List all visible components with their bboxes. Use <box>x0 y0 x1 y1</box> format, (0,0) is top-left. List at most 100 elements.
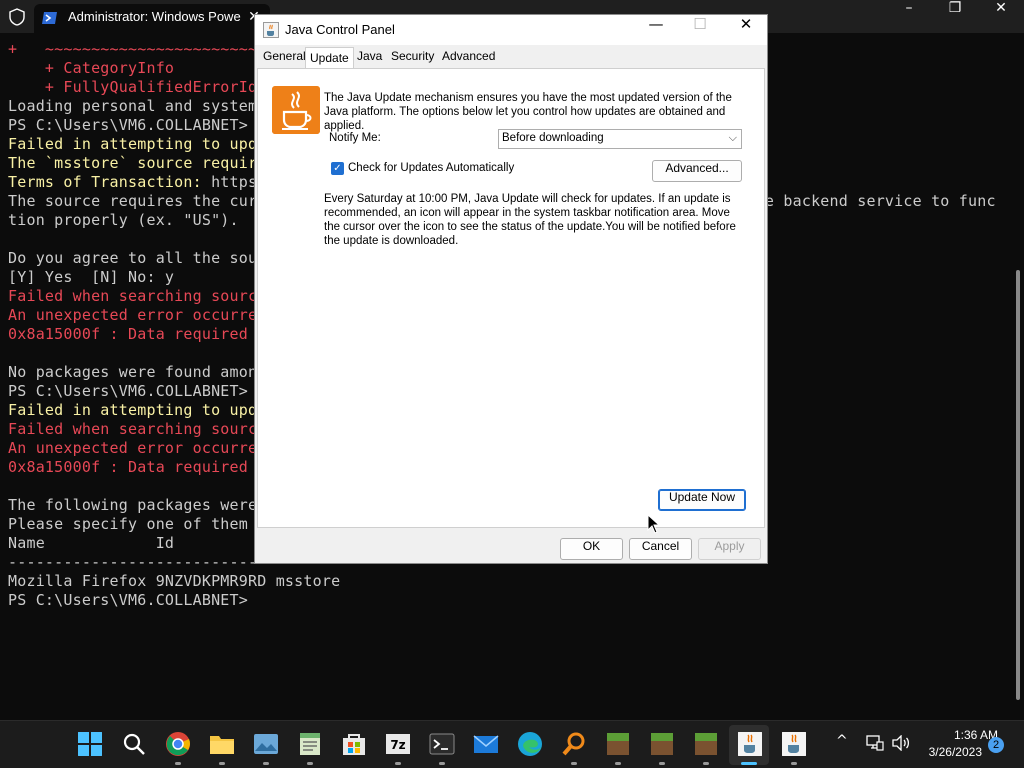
jcp-close-button[interactable]: ✕ <box>723 15 769 45</box>
taskbar-running-indicator <box>615 762 621 765</box>
taskbar-running-indicator <box>791 762 797 765</box>
terminal-minimize-button[interactable]: – <box>886 0 932 33</box>
tray-chevron-up-icon[interactable]: ^ <box>836 733 848 749</box>
terminal-text-segment: tion properly (ex. "US"). <box>8 211 239 229</box>
terminal-text-segment: No packages were found among <box>8 363 267 381</box>
clock-time[interactable]: 1:36 AM <box>910 728 998 742</box>
update-intro-text: The Java Update mechanism ensures you ha… <box>324 92 732 132</box>
terminal-text-segment: [Y] Yes [N] No: y <box>8 268 175 286</box>
terminal-tab-title: Administrator: Windows Powe <box>68 9 241 24</box>
terminal-text-segment: 0x8a15000f : Data required b <box>8 458 267 476</box>
terminal-text-segment: + FullyQualifiedErrorId <box>8 78 258 96</box>
edge-icon[interactable] <box>517 731 543 757</box>
apply-button: Apply <box>698 538 761 560</box>
taskbar-running-indicator <box>307 762 313 765</box>
tab-advanced[interactable]: Advanced <box>438 49 499 69</box>
mail-icon[interactable] <box>473 731 499 757</box>
terminal-text-segment: The following packages were <box>8 496 258 514</box>
terminal-maximize-button[interactable]: ❐ <box>932 0 978 33</box>
auto-update-checkbox[interactable]: ✓ <box>331 162 344 175</box>
shield-icon <box>9 8 25 26</box>
java-icon[interactable] <box>737 731 763 757</box>
java-control-panel-window: Java Control Panel — ☐ ✕ General Update … <box>254 14 768 564</box>
minecraft-icon[interactable] <box>649 731 675 757</box>
terminal-text-segment: Do you agree to all the sour <box>8 249 267 267</box>
powershell-icon <box>42 12 57 24</box>
7zip-icon[interactable]: 7z <box>385 731 411 757</box>
terminal-text-segment: The `msstore` source require <box>8 154 267 172</box>
java-icon[interactable] <box>781 731 807 757</box>
notepad-icon[interactable] <box>297 731 323 757</box>
minecraft-icon[interactable] <box>605 731 631 757</box>
terminal-text-segment: + CategoryInfo <box>8 59 175 77</box>
taskbar-active-indicator <box>741 762 757 765</box>
ok-button[interactable]: OK <box>560 538 623 560</box>
java-cup-icon <box>263 22 279 38</box>
terminal-text-segment: Name Id <box>8 534 175 552</box>
jcp-minimize-button[interactable]: — <box>633 15 679 45</box>
mouse-pointer-icon <box>647 514 661 534</box>
volume-icon[interactable] <box>892 735 910 751</box>
taskbar-running-indicator <box>263 762 269 765</box>
jcp-maximize-button: ☐ <box>693 15 707 33</box>
taskbar-running-indicator <box>571 762 577 765</box>
taskbar-running-indicator <box>175 762 181 765</box>
terminal-text-segment: Failed in attempting to upda <box>8 135 267 153</box>
taskbar-running-indicator <box>395 762 401 765</box>
terminal-text-segment: An unexpected error occurred <box>8 439 267 457</box>
update-schedule-text: Every Saturday at 10:00 PM, Java Update … <box>324 193 736 247</box>
notify-me-dropdown[interactable]: Before downloading ⌵ <box>498 129 742 149</box>
search-tool-icon[interactable] <box>561 731 587 757</box>
jcp-title: Java Control Panel <box>285 22 395 37</box>
notify-me-value: Before downloading <box>502 132 604 144</box>
terminal-line: Mozilla Firefox 9NZVDKPMR9RD msstore <box>8 572 1008 591</box>
network-icon[interactable] <box>866 735 884 751</box>
auto-update-label[interactable]: Check for Updates Automatically <box>348 162 514 174</box>
terminal-tab[interactable]: Administrator: Windows Powe ✕ <box>34 4 270 33</box>
svg-text:7z: 7z <box>390 738 405 752</box>
terminal-text-segment: https <box>211 173 258 191</box>
tab-security[interactable]: Security <box>387 49 438 69</box>
terminal-text-segment: PS C:\Users\VM6.COLLABNET> <box>8 116 258 134</box>
taskbar-running-indicator <box>219 762 225 765</box>
terminal-text-segment: ------------------------------ <box>8 553 285 571</box>
jcp-titlebar: Java Control Panel — ☐ ✕ <box>255 15 767 45</box>
terminal-text-segment: PS C:\Users\VM6.COLLABNET> <box>8 382 258 400</box>
terminal-text-segment: Please specify one of them u <box>8 515 267 533</box>
taskbar-running-indicator <box>439 762 445 765</box>
file-explorer-icon[interactable] <box>209 731 235 757</box>
search-icon[interactable] <box>121 731 147 757</box>
terminal-text-segment: Mozilla Firefox 9NZVDKPMR9RD msstore <box>8 572 341 590</box>
terminal-text-segment: Failed when searching source <box>8 420 267 438</box>
terminal-text-segment: An unexpected error occurred <box>8 306 267 324</box>
photos-icon[interactable] <box>253 731 279 757</box>
notify-me-label: Notify Me: <box>329 132 381 144</box>
chrome-icon[interactable] <box>165 731 191 757</box>
notification-badge[interactable]: 2 <box>988 737 1004 753</box>
terminal-text-segment: Failed when searching source <box>8 287 267 305</box>
chevron-down-icon: ⌵ <box>728 131 737 144</box>
terminal-scrollbar[interactable] <box>1016 270 1020 700</box>
terminal-text-segment: PS C:\Users\VM6.COLLABNET> <box>8 591 258 609</box>
taskbar-running-indicator <box>659 762 665 765</box>
terminal-text-segment: Loading personal and system <box>8 97 258 115</box>
clock-date[interactable]: 3/26/2023 <box>910 745 982 759</box>
terminal-icon[interactable] <box>429 731 455 757</box>
tab-java[interactable]: Java <box>353 49 386 69</box>
java-logo-icon <box>272 86 320 134</box>
cancel-button[interactable]: Cancel <box>629 538 692 560</box>
tab-update[interactable]: Update <box>305 47 354 70</box>
terminal-close-button[interactable]: ✕ <box>978 0 1024 33</box>
update-now-button[interactable]: Update Now <box>658 489 746 511</box>
terminal-text-segment: Terms of Transaction: <box>8 173 212 191</box>
microsoft-store-icon[interactable] <box>341 731 367 757</box>
terminal-text-segment: Failed in attempting to upda <box>8 401 267 419</box>
tab-general[interactable]: General <box>259 49 310 69</box>
taskbar: 7z ^ 1:36 AM 3/26/2023 2 <box>0 720 1024 768</box>
advanced-settings-button[interactable]: Advanced... <box>652 160 742 182</box>
minecraft-icon[interactable] <box>693 731 719 757</box>
start-icon[interactable] <box>77 731 103 757</box>
terminal-text-segment: 0x8a15000f : Data required b <box>8 325 267 343</box>
taskbar-running-indicator <box>703 762 709 765</box>
update-tab-panel: The Java Update mechanism ensures you ha… <box>257 68 765 528</box>
